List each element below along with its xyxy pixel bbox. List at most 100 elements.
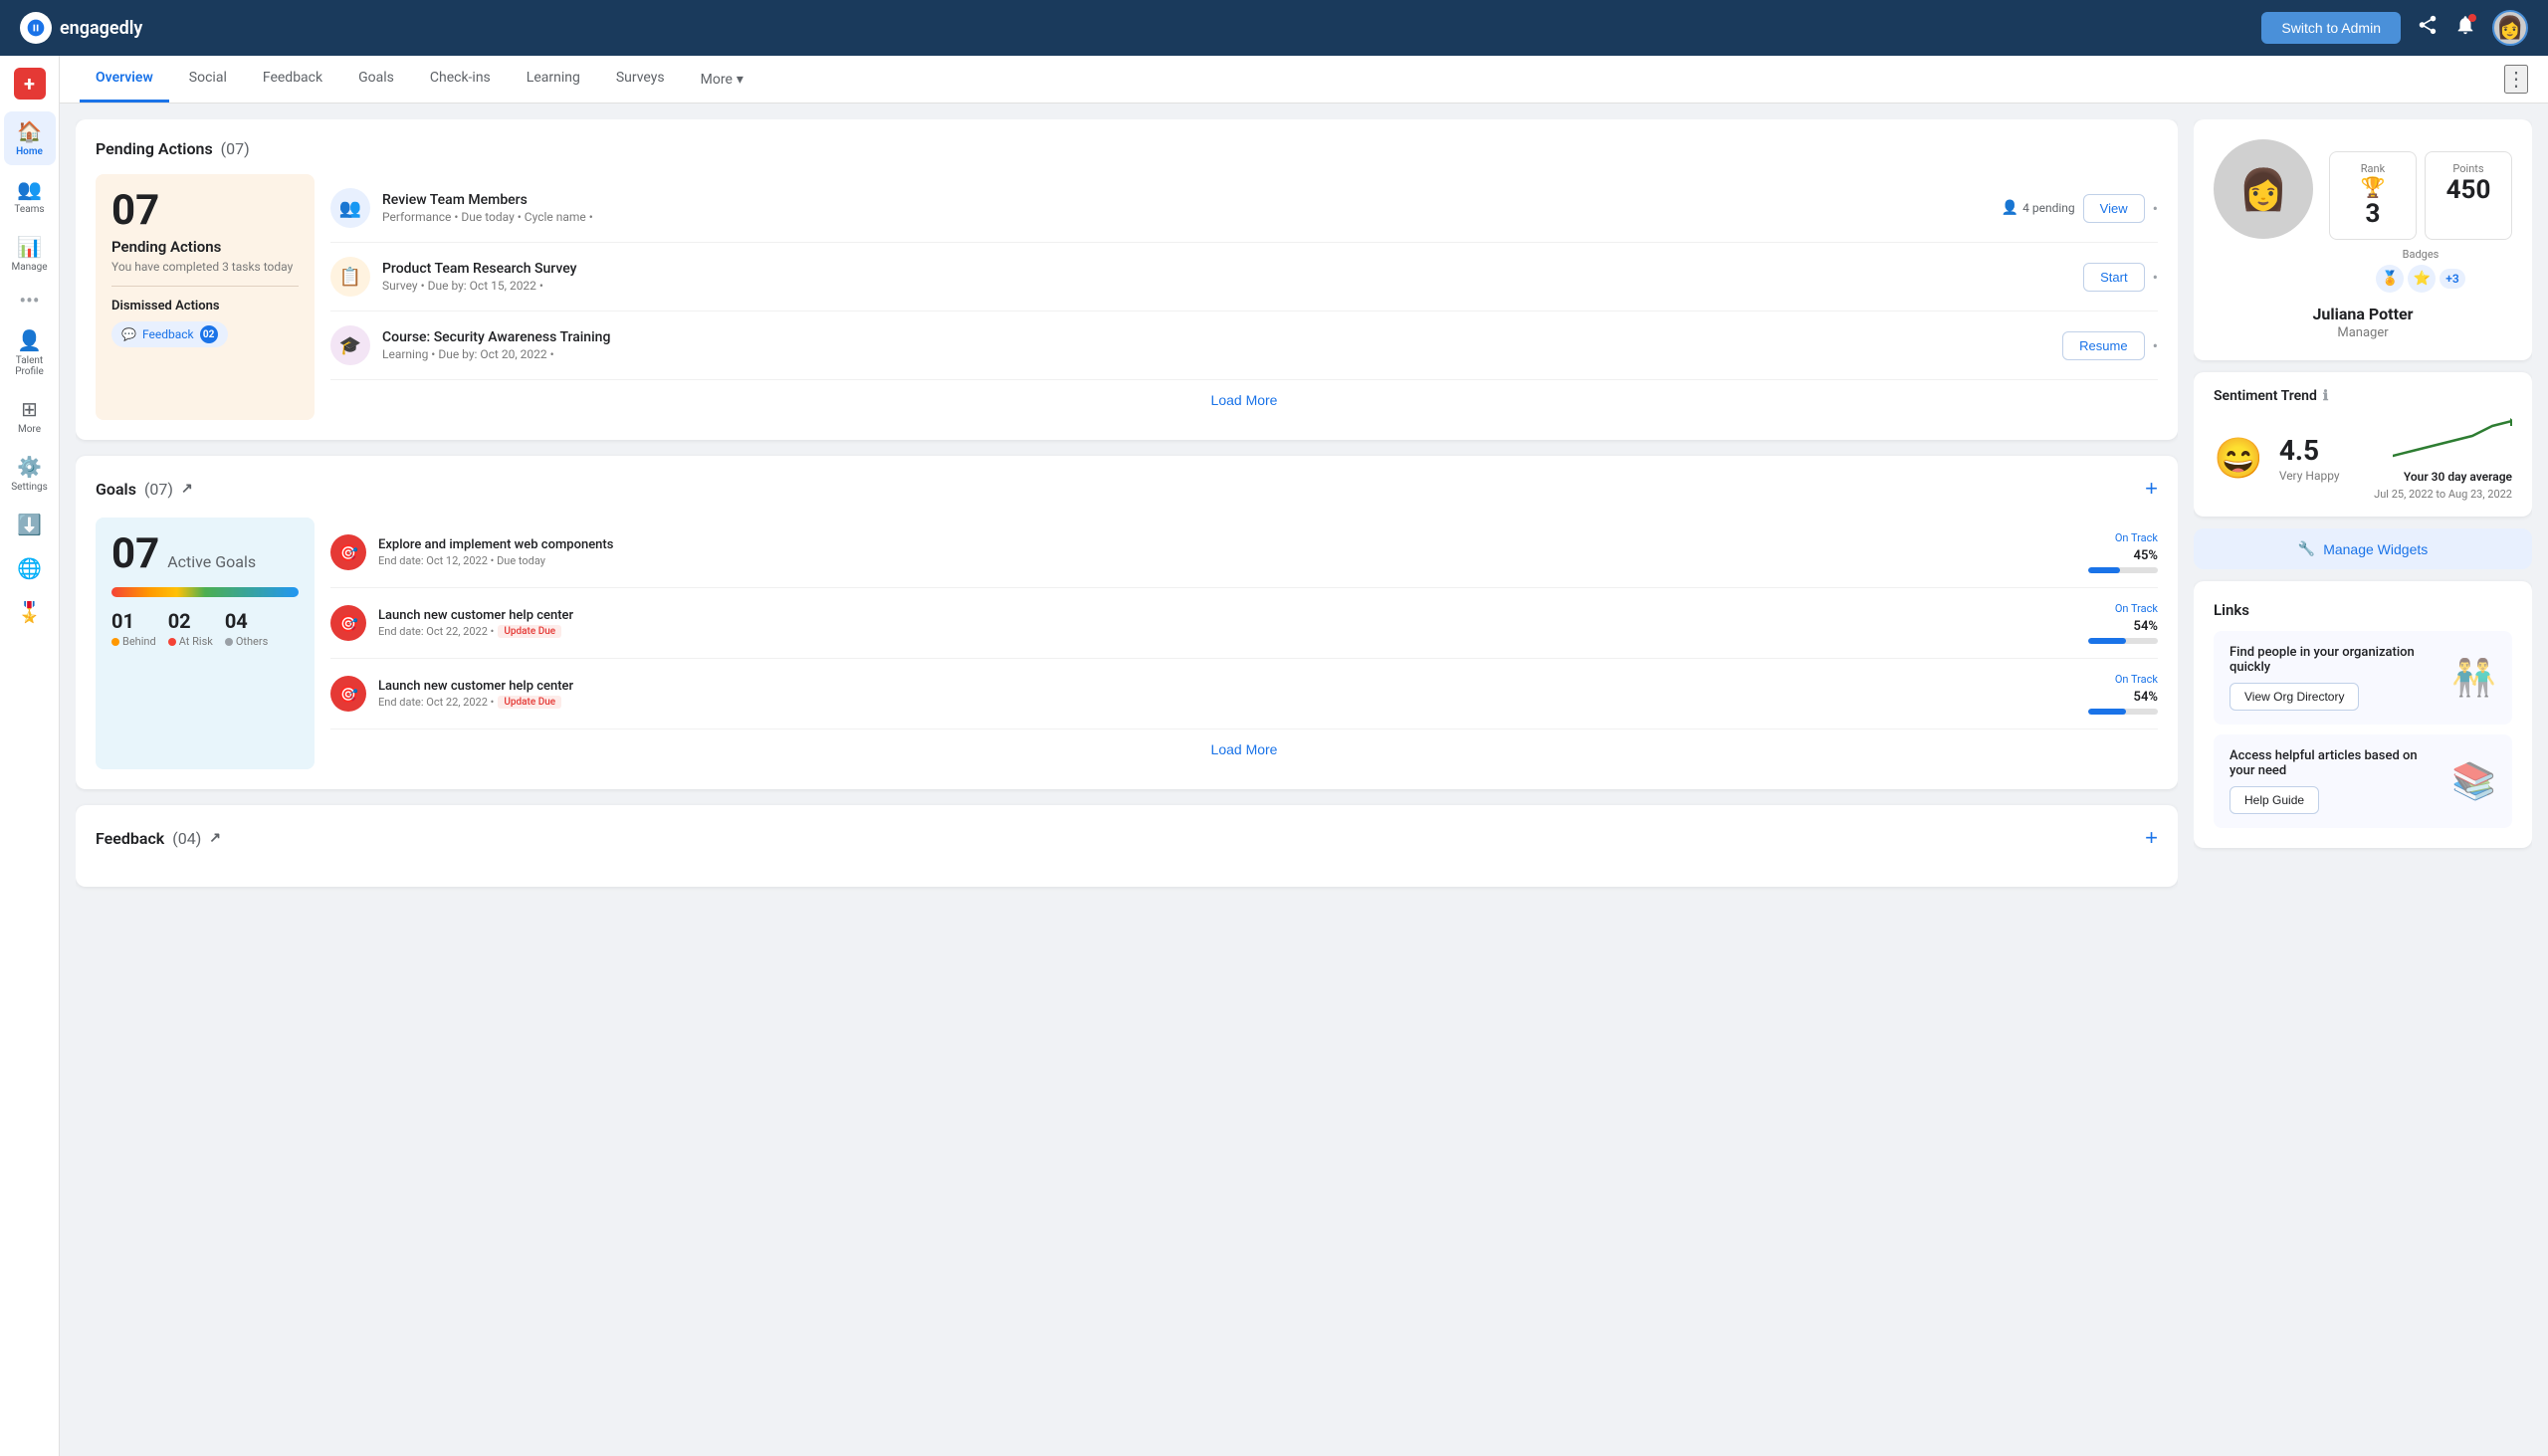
view-button[interactable]: View — [2083, 194, 2145, 223]
links-title: Links — [2214, 601, 2512, 619]
tab-more[interactable]: More ▾ — [685, 58, 759, 102]
course-icon: 🎓 — [339, 335, 361, 356]
sentiment-dates: Jul 25, 2022 to Aug 23, 2022 — [2374, 488, 2512, 501]
sidebar-item-teams[interactable]: 👥 Teams — [4, 169, 56, 223]
profile-name-area: Juliana Potter Manager — [2214, 305, 2512, 340]
settings-icon: ⚙️ — [17, 455, 42, 479]
action-item: 📋 Product Team Research Survey Survey • … — [330, 243, 2158, 312]
action-icon-wrap-review: 👥 — [330, 188, 370, 228]
rank-trophy-icon: 🏆 — [2338, 175, 2408, 199]
survey-icon: 📋 — [339, 267, 361, 288]
notification-dot — [2468, 14, 2476, 22]
more-grid-icon: ⊞ — [21, 397, 38, 421]
goal-progress-bar-1 — [2088, 567, 2158, 573]
goal-item: 🎯 Launch new customer help center End da… — [330, 659, 2158, 729]
link-item-directory: Find people in your organization quickly… — [2214, 631, 2512, 725]
sidebar-item-download[interactable]: ⬇️ — [4, 505, 56, 544]
sidebar-item-globe[interactable]: 🌐 — [4, 548, 56, 588]
sidebar-more-dots[interactable]: ••• — [19, 289, 39, 312]
action-more-icon-3[interactable]: • — [2153, 336, 2158, 355]
goal-status-1: On Track — [2115, 531, 2158, 544]
external-link-icon[interactable]: ↗ — [181, 481, 193, 497]
sidebar-item-more[interactable]: ⊞ More — [4, 389, 56, 443]
tab-bar-more-button[interactable]: ⋮ — [2504, 65, 2528, 94]
feedback-external-link-icon[interactable]: ↗ — [209, 830, 221, 846]
tab-goals[interactable]: Goals — [342, 56, 410, 103]
sidebar-item-settings[interactable]: ⚙️ Settings — [4, 447, 56, 501]
tab-surveys[interactable]: Surveys — [600, 56, 681, 103]
goals-load-more-button[interactable]: Load More — [330, 729, 2158, 769]
pending-number: 07 — [111, 190, 299, 232]
tab-social[interactable]: Social — [173, 56, 243, 103]
logo-area: engagedly — [20, 12, 2249, 44]
pending-load-more-button[interactable]: Load More — [330, 380, 2158, 420]
badges-icons: 🏅 ⭐ +3 — [2329, 265, 2512, 293]
sidebar-item-rewards[interactable]: 🎖️ — [4, 592, 56, 632]
sidebar-item-home[interactable]: 🏠 Home — [4, 111, 56, 165]
resume-button[interactable]: Resume — [2062, 331, 2144, 360]
rank-value: 3 — [2338, 199, 2408, 229]
pending-actions-card: Pending Actions (07) 07 Pending Actions … — [76, 119, 2178, 440]
sidebar-item-manage[interactable]: 📊 Manage — [4, 227, 56, 281]
view-org-directory-button[interactable]: View Org Directory — [2230, 683, 2359, 711]
tab-learning[interactable]: Learning — [511, 56, 596, 103]
link-item-help-title: Access helpful articles based on your ne… — [2230, 748, 2440, 778]
tab-overview[interactable]: Overview — [80, 56, 169, 103]
goals-stats: 01 Behind 02 — [111, 609, 299, 648]
content-area: Pending Actions (07) 07 Pending Actions … — [60, 104, 2548, 1456]
sentiment-avg-label: Your 30 day average — [2404, 470, 2512, 484]
help-guide-button[interactable]: Help Guide — [2230, 786, 2319, 814]
right-sidebar: 👩 Rank 🏆 3 Points 450 — [2194, 119, 2532, 1440]
action-more-icon-2[interactable]: • — [2153, 268, 2158, 287]
feedback-add-button[interactable]: + — [2145, 825, 2158, 851]
feedback-label: Feedback — [142, 327, 194, 341]
profile-role: Manager — [2214, 325, 2512, 340]
switch-to-admin-button[interactable]: Switch to Admin — [2261, 12, 2401, 44]
action-more-icon[interactable]: • — [2153, 199, 2158, 218]
tab-checkins[interactable]: Check-ins — [414, 56, 507, 103]
info-icon[interactable]: ℹ — [2323, 388, 2328, 404]
points-value: 450 — [2434, 175, 2503, 205]
goal-stat-atrisk: 02 At Risk — [168, 609, 213, 648]
notification-icon-button[interactable] — [2454, 14, 2476, 42]
left-sidebar: + 🏠 Home 👥 Teams 📊 Manage ••• 👤 Talent P… — [0, 56, 60, 1456]
user-avatar[interactable]: 👩 — [2492, 10, 2528, 46]
sidebar-item-home-label: Home — [16, 146, 43, 157]
goal-target-icon-3: 🎯 — [338, 685, 358, 704]
goal-progress-fill-2 — [2088, 638, 2126, 644]
update-due-badge-3[interactable]: Update Due — [498, 696, 561, 709]
review-team-icon: 👥 — [339, 198, 361, 219]
sentiment-score-area: 4.5 Very Happy — [2279, 434, 2340, 483]
goals-add-button[interactable]: + — [2145, 476, 2158, 502]
goals-header: Goals (07) ↗ + — [96, 476, 2158, 502]
manage-widgets-button[interactable]: 🔧 Manage Widgets — [2194, 528, 2532, 569]
share-icon-button[interactable] — [2417, 14, 2439, 42]
action-icon-wrap-survey: 📋 — [330, 257, 370, 297]
top-nav-actions: Switch to Admin 👩 — [2261, 10, 2528, 46]
feedback-card: Feedback (04) ↗ + — [76, 805, 2178, 887]
goal-right-2: On Track 54% — [2078, 602, 2158, 644]
sentiment-chart-area: Your 30 day average Jul 25, 2022 to Aug … — [2356, 416, 2512, 501]
badge-plus[interactable]: +3 — [2440, 269, 2464, 289]
profile-avatar: 👩 — [2214, 139, 2313, 239]
chevron-down-icon: ▾ — [737, 72, 743, 88]
pending-badge-review: 👤 4 pending — [2002, 200, 2075, 216]
sentiment-score: 4.5 — [2279, 434, 2340, 467]
link-item-help: Access helpful articles based on your ne… — [2214, 734, 2512, 828]
start-button[interactable]: Start — [2083, 263, 2144, 292]
goal-info-2: Launch new customer help center End date… — [378, 608, 2066, 638]
add-button[interactable]: + — [14, 68, 46, 100]
feedback-badge[interactable]: 💬 Feedback 02 — [111, 321, 228, 347]
pending-sublabel: You have completed 3 tasks today — [111, 260, 299, 274]
pending-actions-header: Pending Actions (07) — [96, 139, 2158, 158]
talent-icon: 👤 — [17, 328, 42, 352]
dismissed-title: Dismissed Actions — [111, 299, 299, 313]
tab-feedback[interactable]: Feedback — [247, 56, 338, 103]
home-icon: 🏠 — [17, 119, 42, 143]
update-due-badge-2[interactable]: Update Due — [498, 625, 561, 638]
points-stat-box: Points 450 — [2425, 151, 2512, 240]
trend-chart — [2393, 416, 2512, 466]
sentiment-content: 😄 4.5 Very Happy Your 30 day average Jul — [2214, 416, 2512, 501]
goal-item: 🎯 Explore and implement web components E… — [330, 518, 2158, 588]
sidebar-item-talent[interactable]: 👤 Talent Profile — [4, 320, 56, 385]
